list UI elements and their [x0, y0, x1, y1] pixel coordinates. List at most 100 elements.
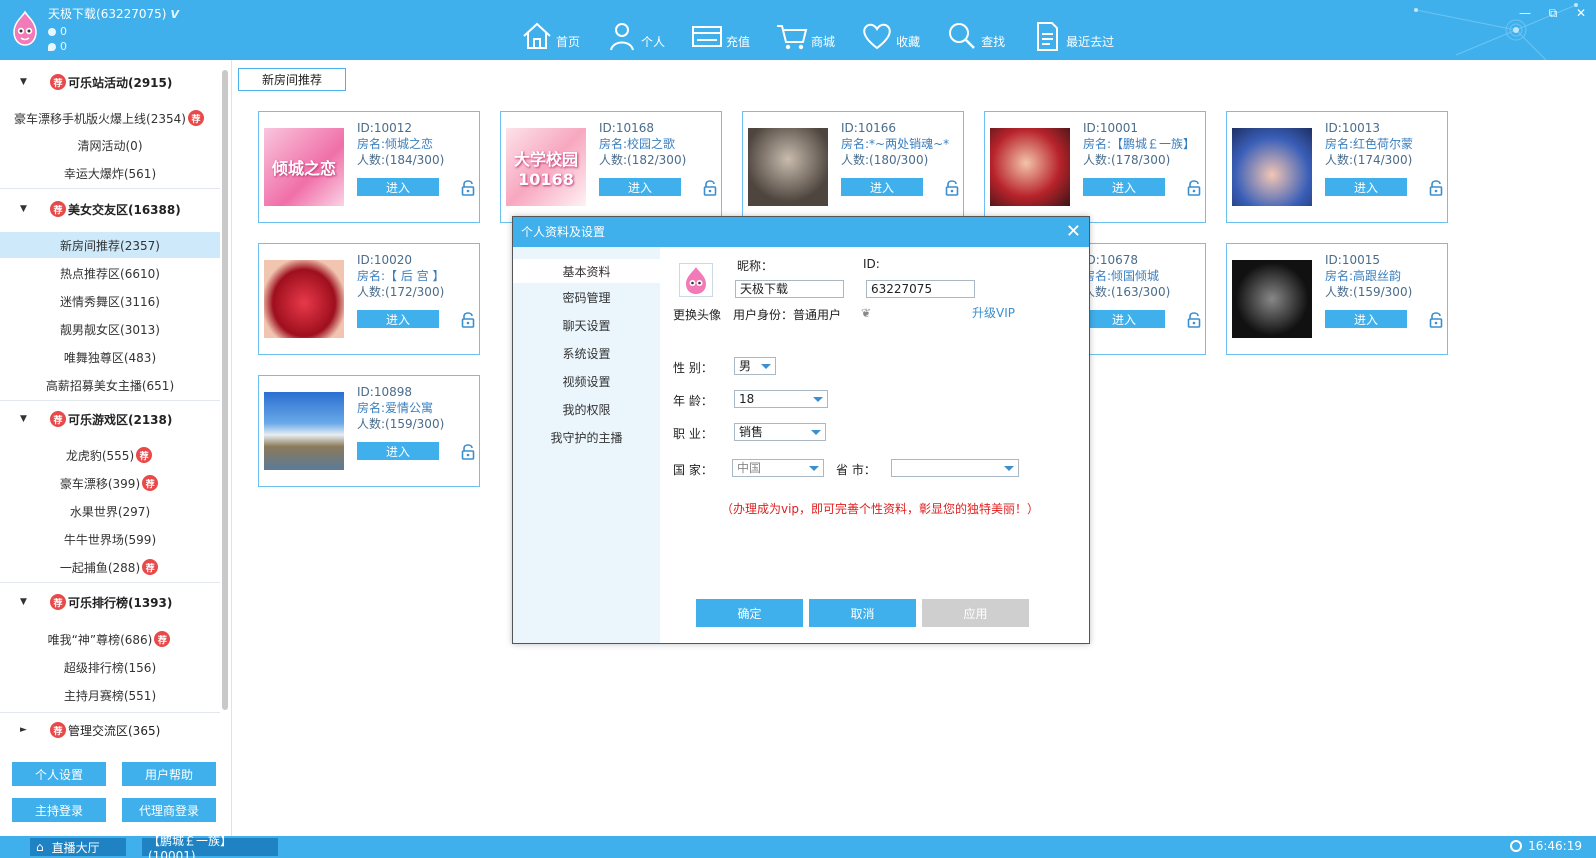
nav-personal[interactable]: 个人 [605, 12, 665, 52]
close-icon[interactable]: ✕ [1574, 6, 1588, 20]
minimize-icon[interactable]: — [1518, 6, 1532, 20]
personal-settings-button[interactable]: 个人设置 [12, 762, 106, 786]
enter-room-button[interactable]: 进入 [357, 442, 439, 460]
sidebar-item-dance[interactable]: 迷情秀舞区(3116) [0, 288, 220, 314]
nickname-field[interactable]: 天极下载 [735, 280, 844, 298]
room-card[interactable]: ID:10898 房名:爱情公寓 人数:(159/300) 进入 [258, 375, 480, 487]
dialog-menu-guarded-hosts[interactable]: 我守护的主播 [513, 425, 660, 449]
room-card[interactable]: ID:10166 房名:*~两处销魂~* 人数:(180/300) 进入 [742, 111, 964, 223]
avatar[interactable] [679, 263, 713, 297]
category-admin[interactable]: ► 荐 管理交流区(365) [0, 718, 222, 742]
sidebar-item-hot[interactable]: 热点推荐区(6610) [0, 260, 220, 286]
sidebar-item-label: 豪车漂移手机版火爆上线(2354) [14, 111, 186, 126]
nav-favorites[interactable]: 收藏 [860, 12, 920, 52]
sidebar-item-lucky-blast[interactable]: 幸运大爆炸(561) [0, 160, 220, 186]
room-thumbnail[interactable] [1232, 128, 1312, 206]
enter-room-button[interactable]: 进入 [1083, 178, 1165, 196]
unlock-icon[interactable] [1187, 180, 1201, 196]
enter-room-button[interactable]: 进入 [357, 178, 439, 196]
dialog-menu-video[interactable]: 视频设置 [513, 369, 660, 393]
unlock-icon[interactable] [703, 180, 717, 196]
unlock-icon[interactable] [1429, 312, 1443, 328]
sidebar-item-handsome[interactable]: 靓男靓女区(3013) [0, 316, 220, 342]
category-beauty[interactable]: ▼ 荐 美女交友区(16388) [0, 197, 222, 221]
sidebar-item-bull-world[interactable]: 牛牛世界场(599) [0, 526, 220, 552]
room-thumbnail[interactable]: 倾城之恋 [264, 128, 344, 206]
dialog-menu-password[interactable]: 密码管理 [513, 285, 660, 309]
sidebar-item-host-monthly[interactable]: 主持月赛榜(551) [0, 682, 220, 708]
tab-new-rooms[interactable]: 新房间推荐 [238, 68, 346, 91]
enter-room-button[interactable]: 进入 [1325, 178, 1407, 196]
username-label[interactable]: 天极下载(63227075) V [48, 5, 179, 22]
sidebar-item-solo-dance[interactable]: 唯舞独尊区(483) [0, 344, 220, 370]
unlock-icon[interactable] [461, 444, 475, 460]
maximize-icon[interactable]: ⧉ [1546, 6, 1560, 20]
id-field[interactable]: 63227075 [866, 280, 975, 298]
agent-login-button[interactable]: 代理商登录 [122, 798, 216, 822]
enter-room-button[interactable]: 进入 [1325, 310, 1407, 328]
lobby-tab[interactable]: ⌂ 直播大厅 [30, 838, 126, 856]
sidebar-item-clean-net[interactable]: 清网活动(0) [0, 132, 220, 158]
room-thumbnail[interactable] [264, 260, 344, 338]
sidebar-scrollbar[interactable] [222, 70, 228, 710]
nav-recharge[interactable]: 充值 [690, 12, 750, 52]
gender-select[interactable]: 男 [734, 357, 776, 375]
room-tab[interactable]: 【鹏城￡一族】(10001) [142, 834, 278, 858]
sidebar-item-new-rooms[interactable]: 新房间推荐(2357) [0, 232, 220, 258]
user-help-button[interactable]: 用户帮助 [122, 762, 216, 786]
enter-room-button[interactable]: 进入 [841, 178, 923, 196]
province-select[interactable] [891, 459, 1019, 477]
sidebar-item-dragon-tiger[interactable]: 龙虎豹(555) 荐 [0, 442, 220, 468]
sidebar-item-super-rank[interactable]: 超级排行榜(156) [0, 654, 220, 680]
category-games[interactable]: ▼ 荐 可乐游戏区(2138) [0, 407, 222, 431]
room-count: 人数:(159/300) [1325, 285, 1413, 299]
room-card[interactable]: ID:10015 房名:高跟丝韵 人数:(159/300) 进入 [1226, 243, 1448, 355]
unlock-icon[interactable] [461, 312, 475, 328]
host-login-button[interactable]: 主持登录 [12, 798, 106, 822]
unlock-icon[interactable] [945, 180, 959, 196]
dialog-title-bar[interactable]: 个人资料及设置 ✕ [513, 217, 1089, 247]
room-card[interactable]: ID:10020 房名:【 后 宫 】人数:(172/300) 进入 [258, 243, 480, 355]
room-card[interactable]: ID:10013 房名:红色荷尔蒙 人数:(174/300) 进入 [1226, 111, 1448, 223]
dialog-menu-permissions[interactable]: 我的权限 [513, 397, 660, 421]
enter-room-button[interactable]: 进入 [1083, 310, 1165, 328]
room-thumbnail[interactable] [264, 392, 344, 470]
apply-button[interactable]: 应用 [922, 599, 1029, 627]
sidebar-item-fishing[interactable]: 一起捕鱼(288) 荐 [0, 554, 220, 580]
enter-room-button[interactable]: 进入 [599, 178, 681, 196]
upgrade-vip-link[interactable]: 升级VIP [972, 304, 1015, 321]
dialog-menu-basic-info[interactable]: 基本资料 [513, 259, 660, 283]
unlock-icon[interactable] [1429, 180, 1443, 196]
dialog-menu-chat[interactable]: 聊天设置 [513, 313, 660, 337]
nav-search[interactable]: 查找 [945, 12, 1005, 52]
room-thumbnail[interactable]: 大学校园 10168 [506, 128, 586, 206]
sidebar-item-recruit[interactable]: 高薪招募美女主播(651) [0, 372, 220, 398]
category-activities[interactable]: ▼ 荐 可乐站活动(2915) [0, 70, 222, 94]
country-select[interactable]: 中国 [732, 459, 824, 477]
unlock-icon[interactable] [461, 180, 475, 196]
dialog-close-icon[interactable]: ✕ [1066, 221, 1081, 243]
cancel-button[interactable]: 取消 [809, 599, 916, 627]
room-card[interactable]: 大学校园 10168 ID:10168 房名:校园之歌 人数:(182/300) 进入 [500, 111, 722, 223]
category-rankings[interactable]: ▼ 荐 可乐排行榜(1393) [0, 590, 222, 614]
sidebar-item-car-drift-mobile[interactable]: 豪车漂移手机版火爆上线(2354) 荐 [0, 105, 220, 131]
room-thumbnail[interactable] [990, 128, 1070, 206]
sidebar-item-god-rank[interactable]: 唯我“神”尊榜(686) 荐 [0, 626, 220, 652]
room-thumbnail[interactable] [1232, 260, 1312, 338]
nav-recharge-label: 充值 [726, 35, 751, 49]
dialog-menu-system[interactable]: 系统设置 [513, 341, 660, 365]
nav-shop[interactable]: 商城 [775, 12, 835, 52]
nav-home[interactable]: 首页 [520, 12, 580, 52]
room-card[interactable]: ID:10001 房名:【鹏城￡一族】 人数:(178/300) 进入 [984, 111, 1206, 223]
sidebar-item-car-drift[interactable]: 豪车漂移(399) 荐 [0, 470, 220, 496]
age-select[interactable]: 18 [734, 390, 828, 408]
change-avatar-link[interactable]: 更换头像 [673, 306, 721, 323]
sidebar-item-fruit-world[interactable]: 水果世界(297) [0, 498, 220, 524]
ok-button[interactable]: 确定 [696, 599, 803, 627]
nav-recent[interactable]: 最近去过 [1030, 12, 1114, 52]
unlock-icon[interactable] [1187, 312, 1201, 328]
job-select[interactable]: 销售 [734, 423, 826, 441]
room-card[interactable]: 倾城之恋 ID:10012 房名:倾城之恋 人数:(184/300) 进入 [258, 111, 480, 223]
enter-room-button[interactable]: 进入 [357, 310, 439, 328]
room-thumbnail[interactable] [748, 128, 828, 206]
